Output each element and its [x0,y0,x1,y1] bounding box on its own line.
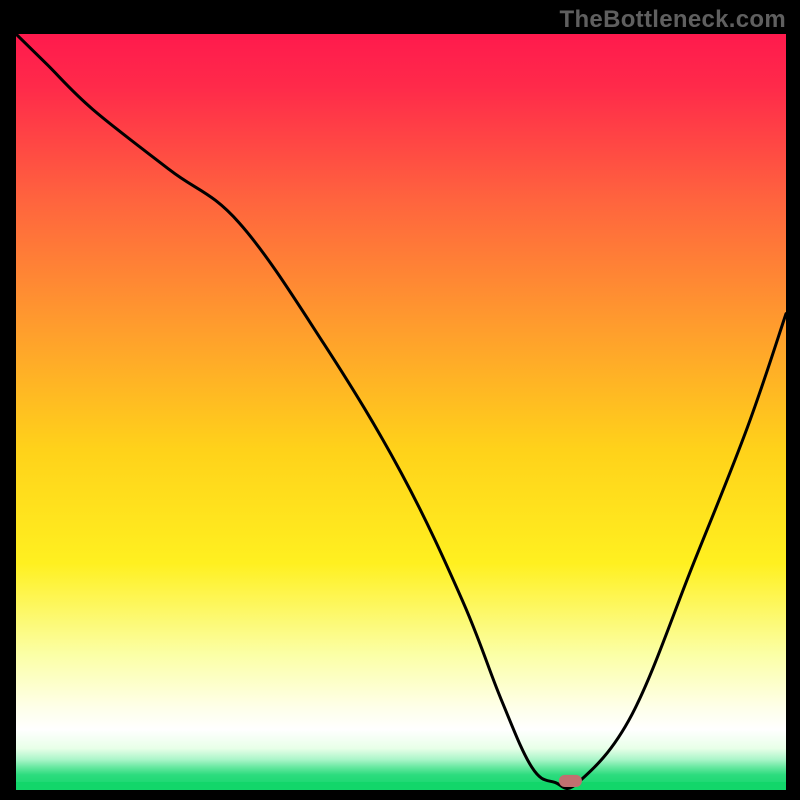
chart-svg [16,34,786,790]
heatmap-background [16,34,786,790]
baseline-strip [16,782,786,790]
watermark-text: TheBottleneck.com [560,6,786,34]
optimal-marker [559,775,582,787]
chart-frame: TheBottleneck.com [0,0,800,800]
plot-area [16,34,786,790]
